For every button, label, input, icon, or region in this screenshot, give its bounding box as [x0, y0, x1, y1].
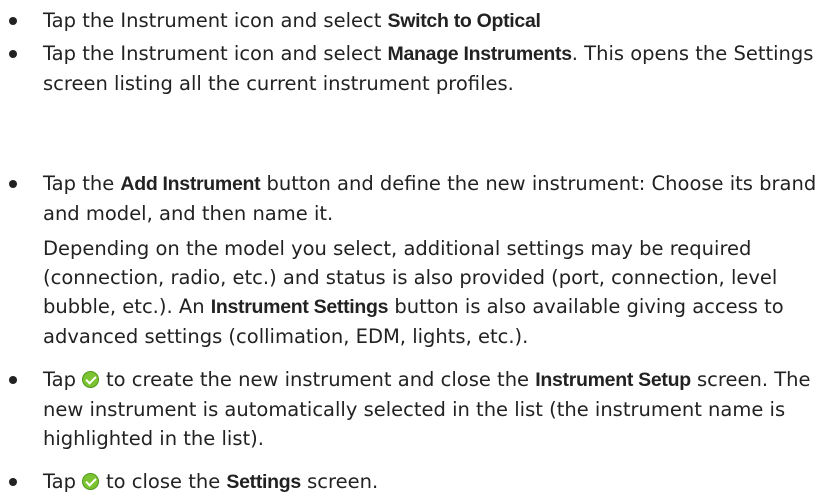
- ui-term: Add Instrument: [120, 173, 261, 195]
- ui-term: Settings: [226, 471, 301, 493]
- ui-term: Manage Instruments: [387, 43, 573, 65]
- bullet-list-bottom: Tap the Add Instrument button and define…: [0, 169, 822, 497]
- bullet-icon: [9, 376, 17, 384]
- green-check-icon: [82, 473, 100, 490]
- bullet-icon: [9, 17, 17, 25]
- list-item: Tap the Instrument icon and select Manag…: [0, 39, 822, 98]
- ui-term: Switch to Optical: [387, 10, 541, 32]
- bullet-list-top: Tap the Instrument icon and select Switc…: [0, 6, 822, 98]
- list-item: Tap to close the Settings screen.: [0, 467, 822, 497]
- list-item: Tap the Instrument icon and select Switc…: [0, 6, 822, 36]
- green-check-icon: [82, 371, 100, 388]
- bullet-icon: [9, 50, 17, 58]
- ui-term: Instrument Settings: [210, 296, 389, 318]
- detail-paragraph: Depending on the model you select, addit…: [43, 237, 784, 348]
- bullet-icon: [9, 478, 17, 486]
- bullet-icon: [9, 180, 17, 188]
- list-item: Tap to create the new instrument and clos…: [0, 365, 822, 453]
- list-item: Tap the Add Instrument button and define…: [0, 169, 822, 351]
- ui-term: Instrument Setup: [535, 369, 691, 391]
